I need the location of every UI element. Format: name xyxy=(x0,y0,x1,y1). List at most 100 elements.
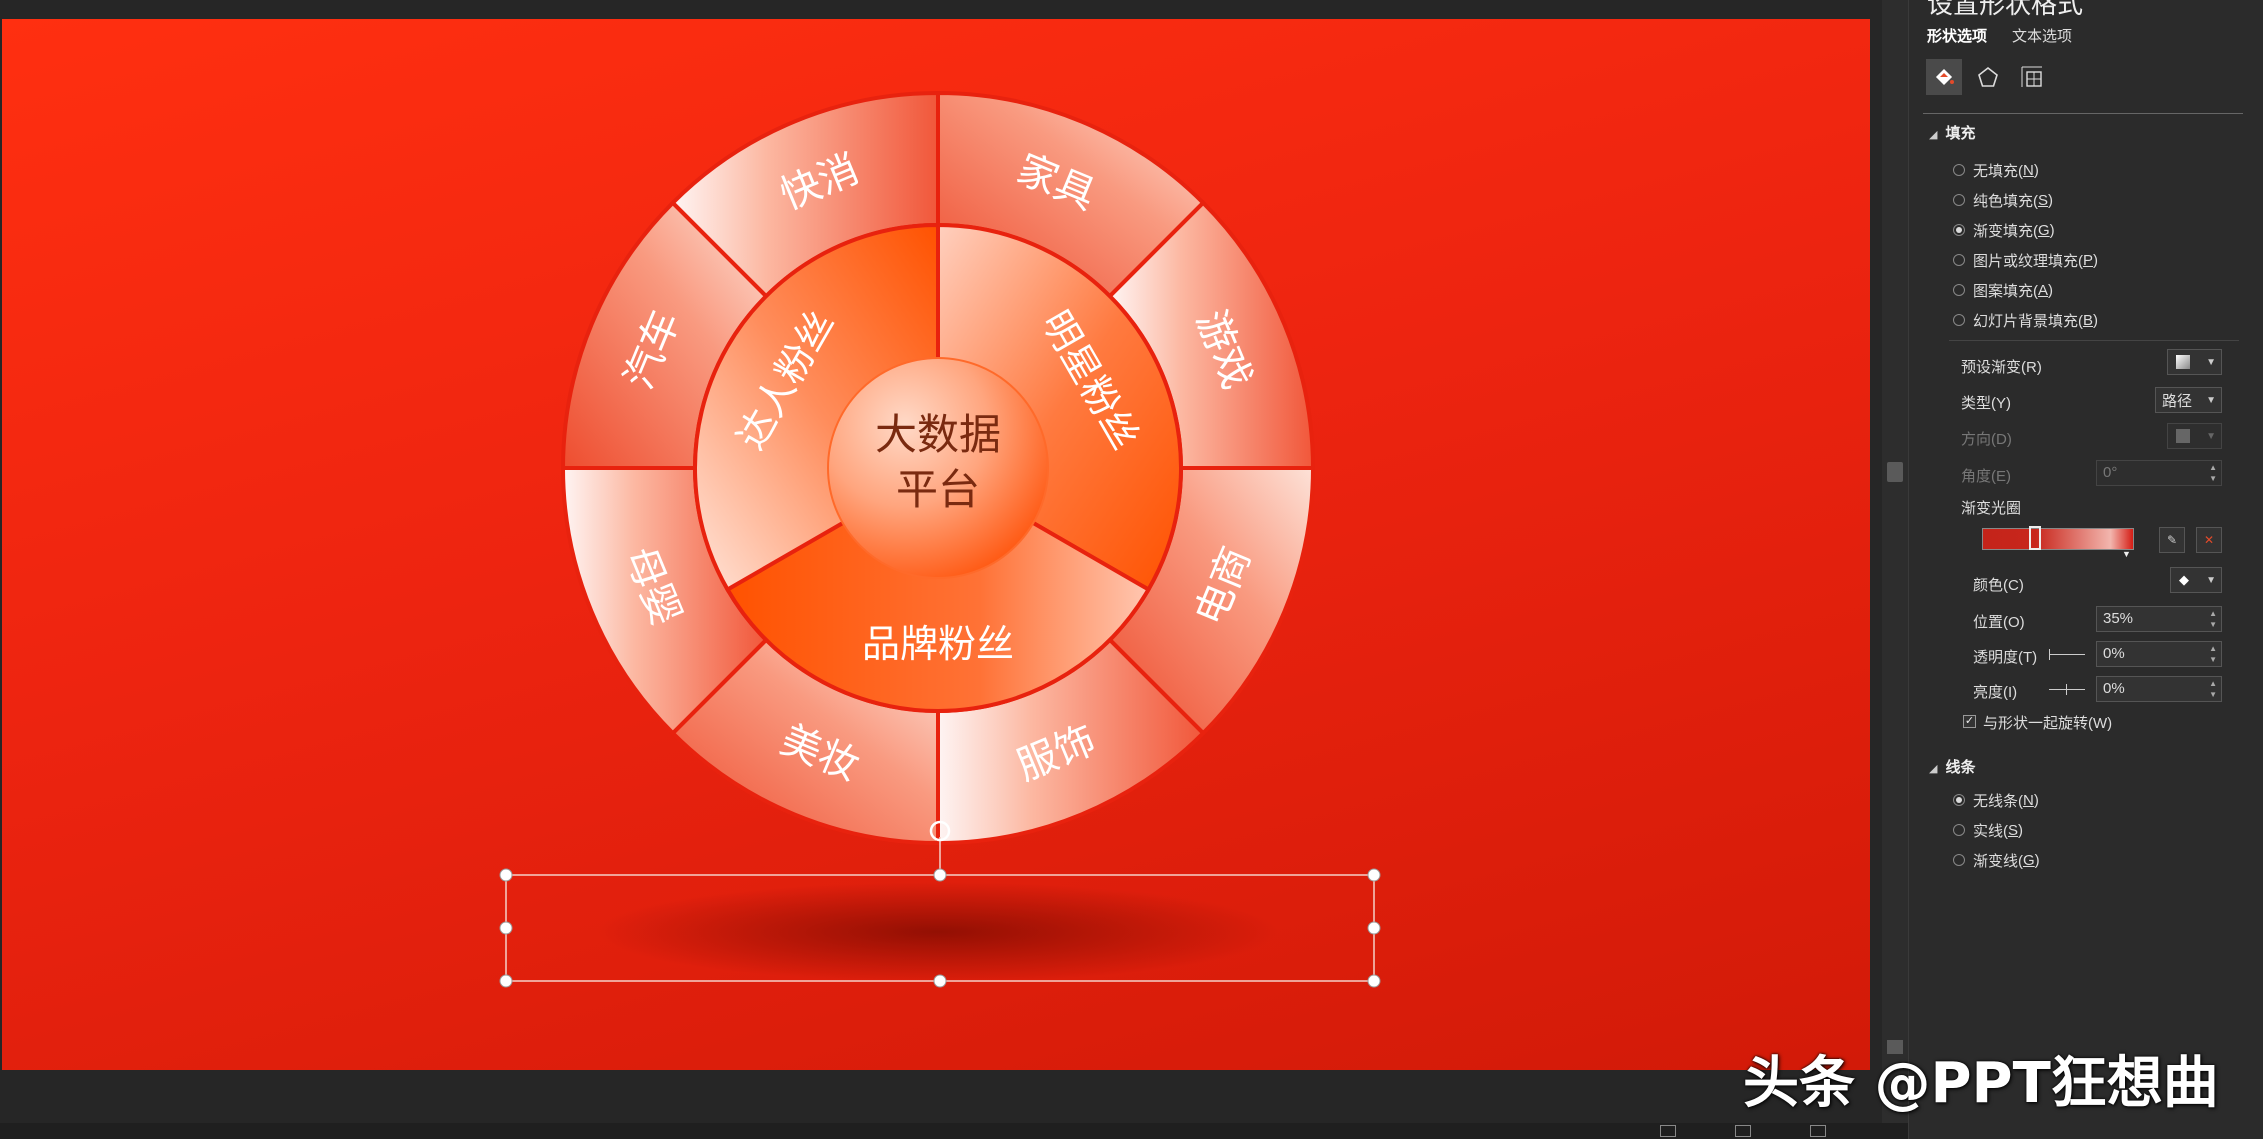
access-key: P xyxy=(2083,251,2094,269)
radio-label: 渐变填充( xyxy=(1973,222,2038,240)
gradient-stops-label: 渐变光圈 xyxy=(1961,500,2022,517)
radio-label-suffix: ) xyxy=(2093,311,2099,329)
radio-label-suffix: ) xyxy=(2033,791,2039,809)
fill-option-3[interactable]: 图片或纹理填充(P) xyxy=(1953,250,2098,270)
gradient-stop-handle-selected[interactable] xyxy=(2029,526,2041,550)
brightness-slider-thumb[interactable] xyxy=(2066,684,2067,695)
radio-button[interactable] xyxy=(1953,794,1965,806)
radio-button[interactable] xyxy=(1953,314,1965,326)
radio-label-suffix: ) xyxy=(2033,161,2039,179)
direction-swatch-icon xyxy=(2176,429,2190,443)
radio-label: 图片或纹理填充( xyxy=(1973,252,2083,270)
line-heading: 线条 xyxy=(1945,759,1976,776)
direction-dropdown[interactable]: ▼ xyxy=(2167,423,2222,449)
type-value: 路径 xyxy=(2162,392,2193,410)
radio-button[interactable] xyxy=(1953,824,1965,836)
inner-label: 品牌粉丝 xyxy=(862,622,1014,666)
color-dropdown[interactable]: ◆ ▼ xyxy=(2170,567,2222,593)
pane-divider xyxy=(1923,113,2243,114)
radial-diagram[interactable]: 大数据 平台 家具游戏电商服饰美妆母婴汽车快消明星粉丝品牌粉丝达人粉丝 xyxy=(2,19,1870,1070)
resize-handle[interactable] xyxy=(1367,921,1381,935)
tab-shape-options[interactable]: 形状选项 xyxy=(1927,25,1987,46)
effects-pentagon-icon[interactable] xyxy=(1970,59,2006,95)
transparency-input[interactable]: 0% ▲ ▼ xyxy=(2096,641,2222,667)
color-label: 颜色(C) xyxy=(1973,577,2024,594)
access-key: N xyxy=(2023,161,2034,179)
radio-label-suffix: ) xyxy=(2048,191,2054,209)
fill-option-4[interactable]: 图案填充(A) xyxy=(1953,280,2053,300)
resize-handle[interactable] xyxy=(933,974,947,988)
position-value: 35% xyxy=(2103,610,2134,627)
transparency-value: 0% xyxy=(2103,645,2125,662)
slide[interactable]: 大数据 平台 家具 游戏 电商 服饰 美妆 母婴 汽车 快消 明星粉丝 品牌粉丝 达人粉丝 xyxy=(2,19,1870,1070)
chevron-down-icon: ▼ xyxy=(2206,394,2216,406)
resize-handle[interactable] xyxy=(499,868,513,882)
add-gradient-stop-icon[interactable]: ✎ xyxy=(2159,527,2185,553)
radio-button[interactable] xyxy=(1953,194,1965,206)
resize-handle[interactable] xyxy=(1367,868,1381,882)
type-dropdown[interactable]: 路径 ▼ xyxy=(2155,387,2222,413)
pane-title: 设置形状格式 xyxy=(1927,0,2084,19)
position-label: 位置(O) xyxy=(1973,614,2025,631)
center-title-line1: 大数据 xyxy=(875,410,1001,459)
scroll-thumb[interactable] xyxy=(1887,462,1903,482)
radio-button[interactable] xyxy=(1953,254,1965,266)
slide-sorter-button[interactable] xyxy=(1810,1125,1826,1137)
fill-option-2[interactable]: 渐变填充(G) xyxy=(1953,220,2055,240)
collapse-triangle-icon: ◢ xyxy=(1929,763,1938,775)
radio-label: 实线( xyxy=(1973,822,2008,840)
size-properties-icon[interactable] xyxy=(2014,59,2050,95)
fill-section-header[interactable]: ◢ 填充 xyxy=(1929,122,1975,143)
rotate-with-shape-checkbox[interactable]: ✓ xyxy=(1963,715,1976,728)
collapse-triangle-icon: ◢ xyxy=(1929,129,1938,141)
direction-label: 方向(D) xyxy=(1961,431,2012,448)
gradient-stop-handle[interactable]: ▼ xyxy=(2122,549,2131,559)
radio-button[interactable] xyxy=(1953,224,1965,236)
resize-handle[interactable] xyxy=(1367,974,1381,988)
brightness-input[interactable]: 0% ▲ ▼ xyxy=(2096,676,2222,702)
fill-option-5[interactable]: 幻灯片背景填充(B) xyxy=(1953,310,2098,330)
line-option-0[interactable]: 无线条(N) xyxy=(1953,790,2039,810)
spinner-arrows-icon[interactable]: ▲ ▼ xyxy=(2209,462,2217,484)
radio-label: 渐变线( xyxy=(1973,852,2023,870)
radio-button[interactable] xyxy=(1953,164,1965,176)
resize-handle[interactable] xyxy=(933,868,947,882)
radio-button[interactable] xyxy=(1953,854,1965,866)
access-key: G xyxy=(2038,221,2050,239)
angle-input[interactable]: 0° ▲ ▼ xyxy=(2096,460,2222,486)
tab-text-options[interactable]: 文本选项 xyxy=(2012,25,2072,46)
brightness-slider[interactable] xyxy=(2049,684,2085,695)
transparency-label: 透明度(T) xyxy=(1973,649,2038,666)
line-option-1[interactable]: 实线(S) xyxy=(1953,820,2023,840)
radio-label: 纯色填充( xyxy=(1973,192,2038,210)
notes-button[interactable] xyxy=(1660,1125,1676,1137)
resize-handle[interactable] xyxy=(499,974,513,988)
transparency-slider[interactable] xyxy=(2049,649,2085,660)
transparency-slider-thumb[interactable] xyxy=(2049,649,2050,660)
access-key: A xyxy=(2038,281,2049,299)
radio-button[interactable] xyxy=(1953,284,1965,296)
spinner-arrows-icon[interactable]: ▲ ▼ xyxy=(2209,678,2217,700)
preset-gradient-dropdown[interactable]: ▼ xyxy=(2167,349,2222,375)
fill-options-separator xyxy=(1949,340,2239,341)
gradient-stops-bar[interactable] xyxy=(1982,528,2134,550)
spinner-arrows-icon[interactable]: ▲ ▼ xyxy=(2209,643,2217,665)
fill-line-icon[interactable] xyxy=(1926,59,1962,95)
radio-label-suffix: ) xyxy=(2018,821,2024,839)
remove-gradient-stop-icon[interactable]: ✕ xyxy=(2196,527,2222,553)
fill-option-1[interactable]: 纯色填充(S) xyxy=(1953,190,2053,210)
status-bar xyxy=(0,1123,1908,1139)
fill-option-0[interactable]: 无填充(N) xyxy=(1953,160,2039,180)
chevron-down-icon: ▼ xyxy=(2206,430,2216,442)
spinner-arrows-icon[interactable]: ▲ ▼ xyxy=(2209,608,2217,630)
vertical-scrollbar[interactable] xyxy=(1882,0,1908,1123)
resize-handle[interactable] xyxy=(499,921,513,935)
line-option-2[interactable]: 渐变线(G) xyxy=(1953,850,2040,870)
watermark: 头条 @PPT狂想曲 xyxy=(1743,1051,2219,1116)
line-section-header[interactable]: ◢ 线条 xyxy=(1929,756,1975,777)
angle-label: 角度(E) xyxy=(1961,468,2011,485)
access-key: S xyxy=(2038,191,2049,209)
normal-view-button[interactable] xyxy=(1735,1125,1751,1137)
position-input[interactable]: 35% ▲ ▼ xyxy=(2096,606,2222,632)
access-key: N xyxy=(2023,791,2034,809)
